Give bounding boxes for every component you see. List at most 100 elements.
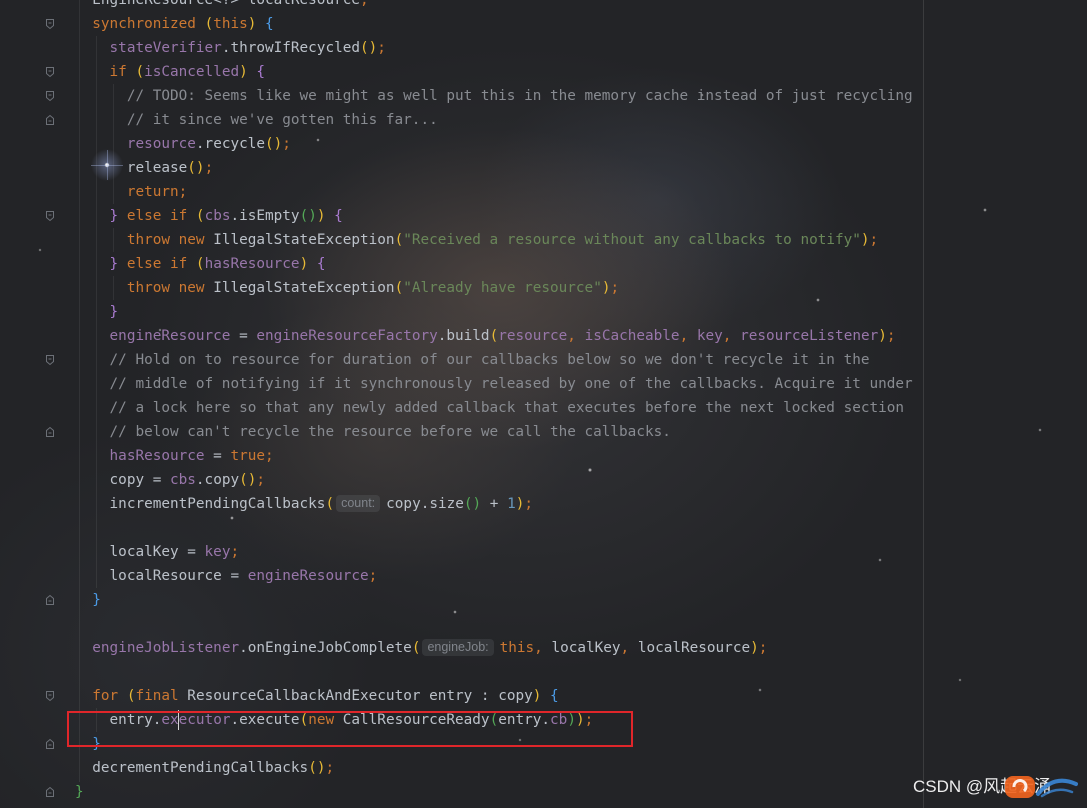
fold-marker-icon[interactable]: [45, 690, 55, 702]
code-token: ;: [869, 232, 879, 248]
code-token: .copy: [195, 472, 240, 488]
code-line[interactable]: release();: [75, 156, 913, 180]
code-line[interactable]: resource.recycle();: [75, 132, 913, 156]
code-token: ): [750, 640, 759, 656]
code-line[interactable]: EngineResource<?> localResource;: [75, 0, 913, 12]
keyword-token: final: [135, 688, 179, 704]
fold-marker-icon[interactable]: [45, 786, 55, 798]
code-token: {: [550, 688, 559, 704]
code-token: (: [204, 16, 214, 32]
code-line[interactable]: // a lock here so that any newly added c…: [75, 396, 913, 420]
code-token: ): [299, 256, 309, 272]
code-line[interactable]: // middle of notifying if it synchronous…: [75, 372, 913, 396]
code-line[interactable]: engineResource = engineResourceFactory.b…: [75, 324, 913, 348]
keyword-token: else if: [126, 208, 188, 224]
code-line[interactable]: // Hold on to resource for duration of o…: [75, 348, 913, 372]
code-comment: // below can't recycle the resource befo…: [109, 424, 671, 440]
code-token: engineResource: [247, 568, 369, 584]
keyword-token: else if: [126, 256, 188, 272]
code-token: hasResource: [204, 256, 300, 272]
code-token: (): [265, 136, 283, 152]
code-line[interactable]: decrementPendingCallbacks();: [75, 756, 913, 780]
code-token: ResourceCallbackAndExecutor entry : copy: [178, 688, 533, 704]
code-token: isCacheable: [584, 328, 680, 344]
code-line[interactable]: return;: [75, 180, 913, 204]
code-line[interactable]: hasResource = true;: [75, 444, 913, 468]
code-line[interactable]: localResource = engineResource;: [75, 564, 913, 588]
code-line[interactable]: [75, 660, 913, 684]
code-token: .throwIfRecycled: [221, 40, 360, 56]
code-token: ;: [282, 136, 291, 152]
code-token: ;: [204, 160, 214, 176]
code-line[interactable]: } else if (cbs.isEmpty()) {: [75, 204, 913, 228]
fold-marker-icon[interactable]: [45, 738, 55, 750]
code-line[interactable]: [75, 516, 913, 540]
code-token: =: [230, 328, 257, 344]
code-token: ;: [610, 280, 620, 296]
editor-gutter[interactable]: [0, 0, 66, 808]
code-line[interactable]: }: [75, 588, 913, 612]
code-comment: // it since we've gotten this far...: [126, 112, 438, 128]
fold-marker-icon[interactable]: [45, 114, 55, 126]
code-line[interactable]: // below can't recycle the resource befo…: [75, 420, 913, 444]
code-token: (): [359, 40, 378, 56]
keyword-token: throw new: [126, 232, 205, 248]
code-token: 1: [507, 496, 516, 512]
code-token: ;: [265, 448, 274, 464]
fold-marker-icon[interactable]: [45, 354, 55, 366]
code-line[interactable]: } else if (hasResource) {: [75, 252, 913, 276]
code-line[interactable]: copy = cbs.copy();: [75, 468, 913, 492]
keyword-token: this: [213, 16, 248, 32]
code-line[interactable]: }: [75, 780, 913, 804]
code-line[interactable]: stateVerifier.throwIfRecycled();: [75, 36, 913, 60]
code-line[interactable]: // it since we've gotten this far...: [75, 108, 913, 132]
code-line[interactable]: throw new IllegalStateException("Receive…: [75, 228, 913, 252]
code-token: (: [411, 640, 421, 656]
right-margin-guide: [923, 0, 924, 808]
code-comment: // a lock here so that any newly added c…: [109, 400, 905, 416]
code-comment: // middle of notifying if it synchronous…: [109, 376, 913, 392]
code-token: IllegalStateException: [204, 280, 395, 296]
code-line[interactable]: incrementPendingCallbacks(count: copy.siz…: [75, 492, 913, 516]
fold-marker-icon[interactable]: [45, 594, 55, 606]
fold-marker-icon[interactable]: [45, 210, 55, 222]
code-token: {: [256, 64, 266, 80]
code-token: engineResource: [109, 328, 231, 344]
code-token: incrementPendingCallbacks: [109, 496, 326, 512]
code-line[interactable]: localKey = key;: [75, 540, 913, 564]
parameter-hint: count:: [336, 495, 381, 512]
code-line[interactable]: throw new IllegalStateException("Already…: [75, 276, 913, 300]
code-line[interactable]: }: [75, 300, 913, 324]
code-token: .isEmpty: [230, 208, 300, 224]
code-token: cbs: [170, 472, 196, 488]
fold-marker-icon[interactable]: [45, 426, 55, 438]
code-line[interactable]: synchronized (this) {: [75, 12, 913, 36]
code-token: ;: [325, 760, 335, 776]
code-token: localResource =: [109, 568, 248, 584]
keyword-token: this: [499, 640, 535, 656]
code-token: key: [696, 328, 723, 344]
code-line[interactable]: [75, 612, 913, 636]
fold-marker-icon[interactable]: [45, 66, 55, 78]
code-line[interactable]: // TODO: Seems like we might as well put…: [75, 84, 913, 108]
code-line[interactable]: for (final ResourceCallbackAndExecutor e…: [75, 684, 913, 708]
code-token: {: [265, 16, 274, 32]
fold-marker-icon[interactable]: [45, 90, 55, 102]
code-line[interactable]: engineJobListener.onEngineJobComplete(en…: [75, 636, 913, 660]
code-token: (: [489, 328, 499, 344]
code-line[interactable]: if (isCancelled) {: [75, 60, 913, 84]
code-editor[interactable]: EngineResource<?> localResource; synchro…: [75, 0, 913, 804]
code-token: }: [109, 208, 119, 224]
fold-marker-icon[interactable]: [45, 18, 55, 30]
